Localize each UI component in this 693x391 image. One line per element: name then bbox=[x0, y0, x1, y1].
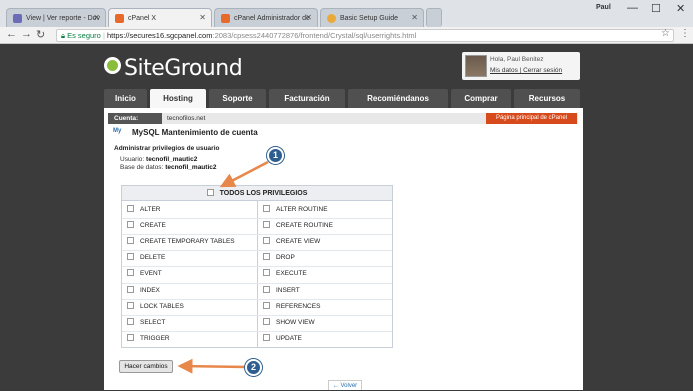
callout-2: 2 bbox=[245, 359, 262, 376]
arrow-to-submit bbox=[177, 358, 247, 374]
arrow-to-all-privileges bbox=[219, 160, 269, 188]
callout-1: 1 bbox=[267, 147, 284, 164]
annotation-arrows bbox=[177, 160, 269, 374]
